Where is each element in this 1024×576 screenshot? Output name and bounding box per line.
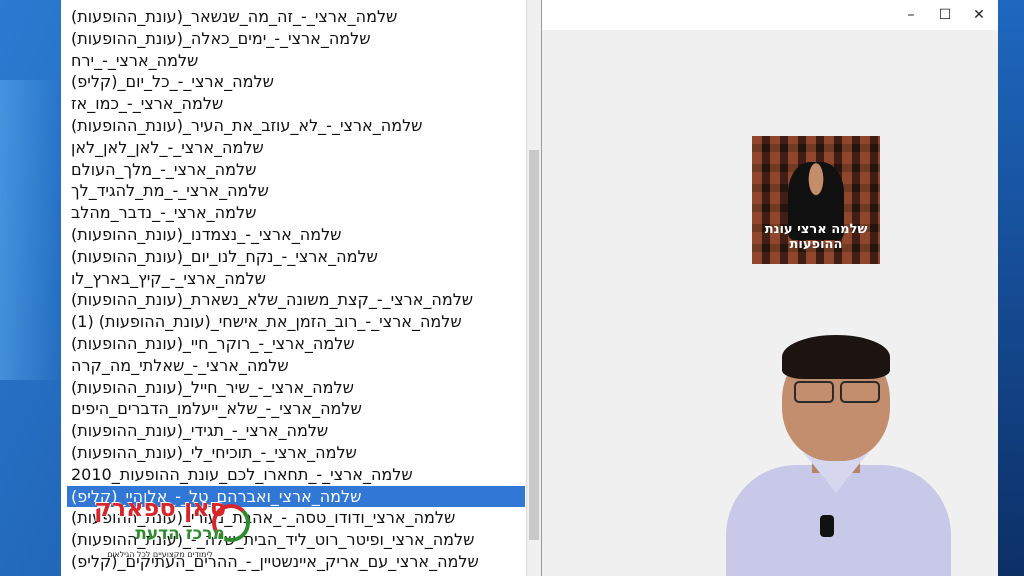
playlist-item[interactable]: שלמה_ארצי_-_ימים_כאלה_(עונת_ההופעות) (67, 28, 525, 50)
playlist-item[interactable]: שלמה_ארצי_-_ירח (67, 50, 525, 72)
desktop-edge (994, 0, 1024, 576)
presenter-video-overlay (712, 335, 962, 576)
presenter-glasses (794, 381, 880, 403)
playlist-item[interactable]: שלמה_ארצי_-_מת_להגיד_לך (67, 180, 525, 202)
playlist-item[interactable]: שלמה_ארצי_-_שאלתי_מה_קרה (67, 355, 525, 377)
playlist-item[interactable]: שלמה_ארצי_-_תחארו_לכם_עונת_ההופעות_2010 (67, 464, 525, 486)
playlist-item[interactable]: שלמה_ארצי_-_שלא_ייעלמו_הדברים_היפים (67, 398, 525, 420)
playlist-item[interactable]: שלמה_ארצי_-_תגידי_(עונת_ההופעות) (67, 420, 525, 442)
channel-logo-watermark: סאן ספארק מרכז הדעת לימודים מקצועיים לכל… (40, 490, 280, 576)
lapel-mic (820, 515, 834, 537)
playlist-item[interactable]: שלמה_ארצי_-_נקח_לנו_יום_(עונת_ההופעות) (67, 246, 525, 268)
playlist-item[interactable]: שלמה_ארצי_-_נצמדנו_(עונת_ההופעות) (67, 224, 525, 246)
album-title: שלמה ארצי עונת ההופעות (764, 222, 868, 252)
playlist-item[interactable]: שלמה_ארצי_-_לאן_לאן_לאן (67, 137, 525, 159)
album-cover: שלמה ארצי עונת ההופעות (752, 136, 880, 264)
playlist-item[interactable]: שלמה_ארצי_-_לא_עוזב_את_העיר_(עונת_ההופעו… (67, 115, 525, 137)
playlist-item[interactable]: שלמה_ארצי_-_מלך_העולם (67, 159, 525, 181)
playlist-item[interactable]: שלמה_ארצי_-_זה_מה_שנשאר_(עונת_ההופעות) (67, 6, 525, 28)
playlist-item[interactable]: שלמה_ארצי_-_שיר_חייל_(עונת_ההופעות) (67, 377, 525, 399)
presenter-hair (782, 335, 890, 379)
logo-tagline: לימודים מקצועיים לכל הגילאים (107, 550, 213, 559)
playlist-scrollbar[interactable] (526, 0, 541, 576)
playlist-item[interactable]: שלמה_ארצי_-_רוב_הזמן_את_אישחי_(עונת_ההופ… (67, 311, 525, 333)
playlist-item[interactable]: שלמה_ארצי_-_רוקר_חיי_(עונת_ההופעות) (67, 333, 525, 355)
close-button[interactable]: ✕ (962, 0, 996, 30)
maximize-button[interactable]: ☐ (928, 0, 962, 30)
playlist-item[interactable]: שלמה_ארצי_-_תוכיחי_לי_(עונת_ההופעות) (67, 442, 525, 464)
playlist-item[interactable]: שלמה_ארצי_-_קצת_משונה_שלא_נשארת_(עונת_הה… (67, 289, 525, 311)
desktop-light-streak (0, 80, 60, 380)
logo-line-2: מרכז הדעת (135, 524, 225, 544)
playlist-item[interactable]: שלמה_ארצי_-_כל_יום_(קליפ) (67, 71, 525, 93)
title-bar[interactable]: – ☐ ✕ (542, 0, 998, 30)
playlist-listbox[interactable]: שלמה_ארצי_-_זה_מה_שנשאר_(עונת_ההופעות) של… (67, 6, 525, 573)
playlist-item[interactable]: שלמה_ארצי_-_קיץ_בארץ_לו (67, 268, 525, 290)
minimize-button[interactable]: – (894, 0, 928, 30)
playlist-item[interactable]: שלמה_ארצי_-_כמו_אז (67, 93, 525, 115)
playlist-item[interactable]: שלמה_ארצי_-_נדבר_מהלב (67, 202, 525, 224)
scrollbar-thumb[interactable] (529, 150, 539, 540)
